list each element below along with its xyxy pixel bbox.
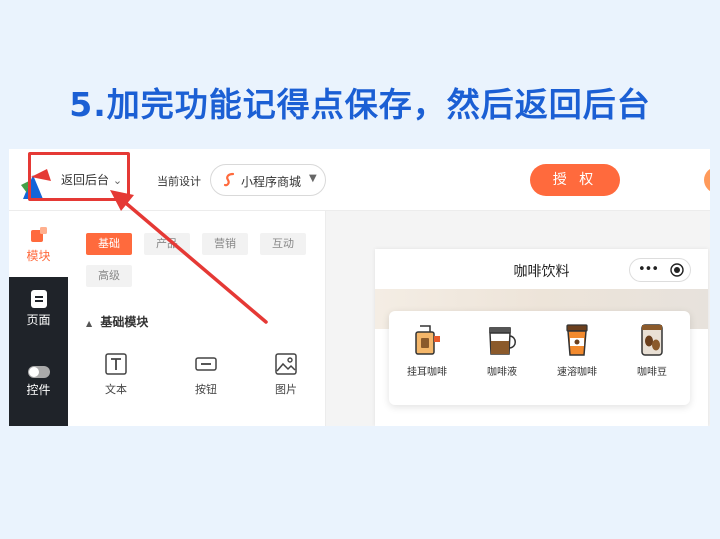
editor-screenshot: 返回后台 ⌄ 当前设计 小程序商城 ▼ 授 权 模块 页面 控件 基础 产品 营… — [9, 149, 710, 426]
pointer-arrow — [110, 190, 268, 324]
tutorial-headline: 5.加完功能记得点保存，然后返回后台 — [69, 85, 651, 124]
